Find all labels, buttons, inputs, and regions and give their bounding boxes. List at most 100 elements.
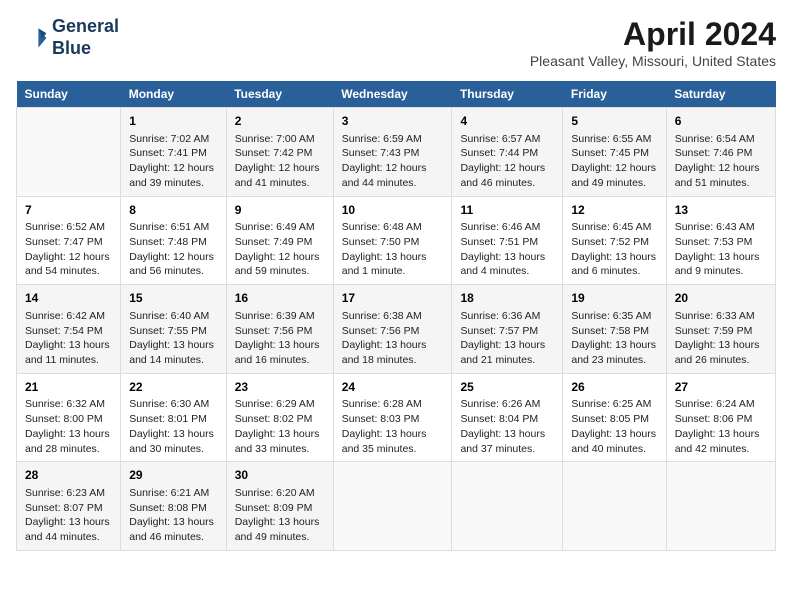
day-cell: 19 Sunrise: 6:35 AMSunset: 7:58 PMDayligh… <box>563 285 666 374</box>
week-row-3: 14Sunrise: 6:42 AMSunset: 7:54 PMDayligh… <box>17 285 776 374</box>
header-cell-wednesday: Wednesday <box>333 81 452 108</box>
day-cell: 9Sunrise: 6:49 AMSunset: 7:49 PMDaylight… <box>226 196 333 285</box>
day-detail: Sunrise: 6:57 AMSunset: 7:44 PMDaylight:… <box>460 132 554 191</box>
day-detail: Sunrise: 6:25 AMSunset: 8:05 PMDaylight:… <box>571 397 657 456</box>
day-number: 5 <box>571 113 657 130</box>
header-cell-saturday: Saturday <box>666 81 775 108</box>
day-detail: Sunrise: 6:32 AMSunset: 8:00 PMDaylight:… <box>25 397 112 456</box>
calendar-table: SundayMondayTuesdayWednesdayThursdayFrid… <box>16 81 776 551</box>
day-detail: Sunrise: 6:33 AMSunset: 7:59 PMDaylight:… <box>675 309 767 368</box>
day-cell: 21Sunrise: 6:32 AMSunset: 8:00 PMDayligh… <box>17 373 121 462</box>
day-number: 19 <box>571 290 657 307</box>
page-header: General Blue April 2024 Pleasant Valley,… <box>16 16 776 69</box>
day-detail: Sunrise: 7:00 AMSunset: 7:42 PMDaylight:… <box>235 132 325 191</box>
day-detail: Sunrise: 6:29 AMSunset: 8:02 PMDaylight:… <box>235 397 325 456</box>
header-cell-thursday: Thursday <box>452 81 563 108</box>
day-detail: Sunrise: 6:59 AMSunset: 7:43 PMDaylight:… <box>342 132 444 191</box>
day-number: 22 <box>129 379 217 396</box>
day-number: 10 <box>342 202 444 219</box>
day-number: 9 <box>235 202 325 219</box>
day-detail: Sunrise: 6:26 AMSunset: 8:04 PMDaylight:… <box>460 397 554 456</box>
day-cell: 7Sunrise: 6:52 AMSunset: 7:47 PMDaylight… <box>17 196 121 285</box>
day-number: 14 <box>25 290 112 307</box>
day-number: 26 <box>571 379 657 396</box>
day-number: 24 <box>342 379 444 396</box>
day-number: 2 <box>235 113 325 130</box>
day-cell: 1 Sunrise: 7:02 AMSunset: 7:41 PMDaylight… <box>121 108 226 197</box>
day-detail: Sunrise: 6:54 AMSunset: 7:46 PMDaylight:… <box>675 132 767 191</box>
day-cell: 20 Sunrise: 6:33 AMSunset: 7:59 PMDayligh… <box>666 285 775 374</box>
day-cell: 11Sunrise: 6:46 AMSunset: 7:51 PMDayligh… <box>452 196 563 285</box>
day-detail: Sunrise: 6:21 AMSunset: 8:08 PMDaylight:… <box>129 486 217 545</box>
header-cell-friday: Friday <box>563 81 666 108</box>
day-number: 23 <box>235 379 325 396</box>
day-cell: 28 Sunrise: 6:23 AMSunset: 8:07 PMDayligh… <box>17 462 121 551</box>
day-detail: Sunrise: 6:36 AMSunset: 7:57 PMDaylight:… <box>460 309 554 368</box>
main-title: April 2024 <box>530 16 776 53</box>
day-detail: Sunrise: 6:40 AMSunset: 7:55 PMDaylight:… <box>129 309 217 368</box>
day-cell: 25Sunrise: 6:26 AMSunset: 8:04 PMDayligh… <box>452 373 563 462</box>
day-detail: Sunrise: 6:39 AMSunset: 7:56 PMDaylight:… <box>235 309 325 368</box>
day-number: 13 <box>675 202 767 219</box>
day-cell: 18 Sunrise: 6:36 AMSunset: 7:57 PMDayligh… <box>452 285 563 374</box>
day-cell: 16Sunrise: 6:39 AMSunset: 7:56 PMDayligh… <box>226 285 333 374</box>
logo-text: General Blue <box>52 16 119 59</box>
day-detail: Sunrise: 6:51 AMSunset: 7:48 PMDaylight:… <box>129 220 217 279</box>
day-cell: 26Sunrise: 6:25 AMSunset: 8:05 PMDayligh… <box>563 373 666 462</box>
day-number: 15 <box>129 290 217 307</box>
week-row-4: 21Sunrise: 6:32 AMSunset: 8:00 PMDayligh… <box>17 373 776 462</box>
day-cell: 23Sunrise: 6:29 AMSunset: 8:02 PMDayligh… <box>226 373 333 462</box>
day-number: 18 <box>460 290 554 307</box>
day-number: 28 <box>25 467 112 484</box>
day-detail: Sunrise: 6:49 AMSunset: 7:49 PMDaylight:… <box>235 220 325 279</box>
day-cell: 13Sunrise: 6:43 AMSunset: 7:53 PMDayligh… <box>666 196 775 285</box>
subtitle: Pleasant Valley, Missouri, United States <box>530 53 776 69</box>
day-cell <box>666 462 775 551</box>
day-cell: 17 Sunrise: 6:38 AMSunset: 7:56 PMDayligh… <box>333 285 452 374</box>
day-detail: Sunrise: 6:20 AMSunset: 8:09 PMDaylight:… <box>235 486 325 545</box>
day-detail: Sunrise: 6:23 AMSunset: 8:07 PMDaylight:… <box>25 486 112 545</box>
day-cell: 29 Sunrise: 6:21 AMSunset: 8:08 PMDayligh… <box>121 462 226 551</box>
day-detail: Sunrise: 6:48 AMSunset: 7:50 PMDaylight:… <box>342 220 444 279</box>
header-cell-sunday: Sunday <box>17 81 121 108</box>
day-number: 17 <box>342 290 444 307</box>
header-cell-monday: Monday <box>121 81 226 108</box>
day-detail: Sunrise: 6:55 AMSunset: 7:45 PMDaylight:… <box>571 132 657 191</box>
day-detail: Sunrise: 6:46 AMSunset: 7:51 PMDaylight:… <box>460 220 554 279</box>
day-detail: Sunrise: 6:30 AMSunset: 8:01 PMDaylight:… <box>129 397 217 456</box>
day-number: 21 <box>25 379 112 396</box>
day-detail: Sunrise: 6:35 AMSunset: 7:58 PMDaylight:… <box>571 309 657 368</box>
week-row-5: 28 Sunrise: 6:23 AMSunset: 8:07 PMDayligh… <box>17 462 776 551</box>
day-number: 29 <box>129 467 217 484</box>
header-row: SundayMondayTuesdayWednesdayThursdayFrid… <box>17 81 776 108</box>
week-row-2: 7Sunrise: 6:52 AMSunset: 7:47 PMDaylight… <box>17 196 776 285</box>
day-cell <box>17 108 121 197</box>
day-number: 6 <box>675 113 767 130</box>
week-row-1: 1 Sunrise: 7:02 AMSunset: 7:41 PMDaylight… <box>17 108 776 197</box>
day-cell: 22Sunrise: 6:30 AMSunset: 8:01 PMDayligh… <box>121 373 226 462</box>
day-number: 4 <box>460 113 554 130</box>
day-number: 25 <box>460 379 554 396</box>
logo-icon <box>16 22 48 54</box>
day-cell: 6 Sunrise: 6:54 AMSunset: 7:46 PMDaylight… <box>666 108 775 197</box>
day-number: 20 <box>675 290 767 307</box>
day-number: 7 <box>25 202 112 219</box>
day-number: 12 <box>571 202 657 219</box>
title-block: April 2024 Pleasant Valley, Missouri, Un… <box>530 16 776 69</box>
day-cell: 10Sunrise: 6:48 AMSunset: 7:50 PMDayligh… <box>333 196 452 285</box>
day-detail: Sunrise: 7:02 AMSunset: 7:41 PMDaylight:… <box>129 132 217 191</box>
day-cell <box>452 462 563 551</box>
day-number: 8 <box>129 202 217 219</box>
day-detail: Sunrise: 6:28 AMSunset: 8:03 PMDaylight:… <box>342 397 444 456</box>
day-cell: 14Sunrise: 6:42 AMSunset: 7:54 PMDayligh… <box>17 285 121 374</box>
day-number: 30 <box>235 467 325 484</box>
day-cell: 24Sunrise: 6:28 AMSunset: 8:03 PMDayligh… <box>333 373 452 462</box>
day-detail: Sunrise: 6:24 AMSunset: 8:06 PMDaylight:… <box>675 397 767 456</box>
day-cell: 15 Sunrise: 6:40 AMSunset: 7:55 PMDayligh… <box>121 285 226 374</box>
day-cell: 2 Sunrise: 7:00 AMSunset: 7:42 PMDaylight… <box>226 108 333 197</box>
day-number: 1 <box>129 113 217 130</box>
day-detail: Sunrise: 6:38 AMSunset: 7:56 PMDaylight:… <box>342 309 444 368</box>
day-cell: 30 Sunrise: 6:20 AMSunset: 8:09 PMDayligh… <box>226 462 333 551</box>
day-number: 11 <box>460 202 554 219</box>
day-cell: 12Sunrise: 6:45 AMSunset: 7:52 PMDayligh… <box>563 196 666 285</box>
